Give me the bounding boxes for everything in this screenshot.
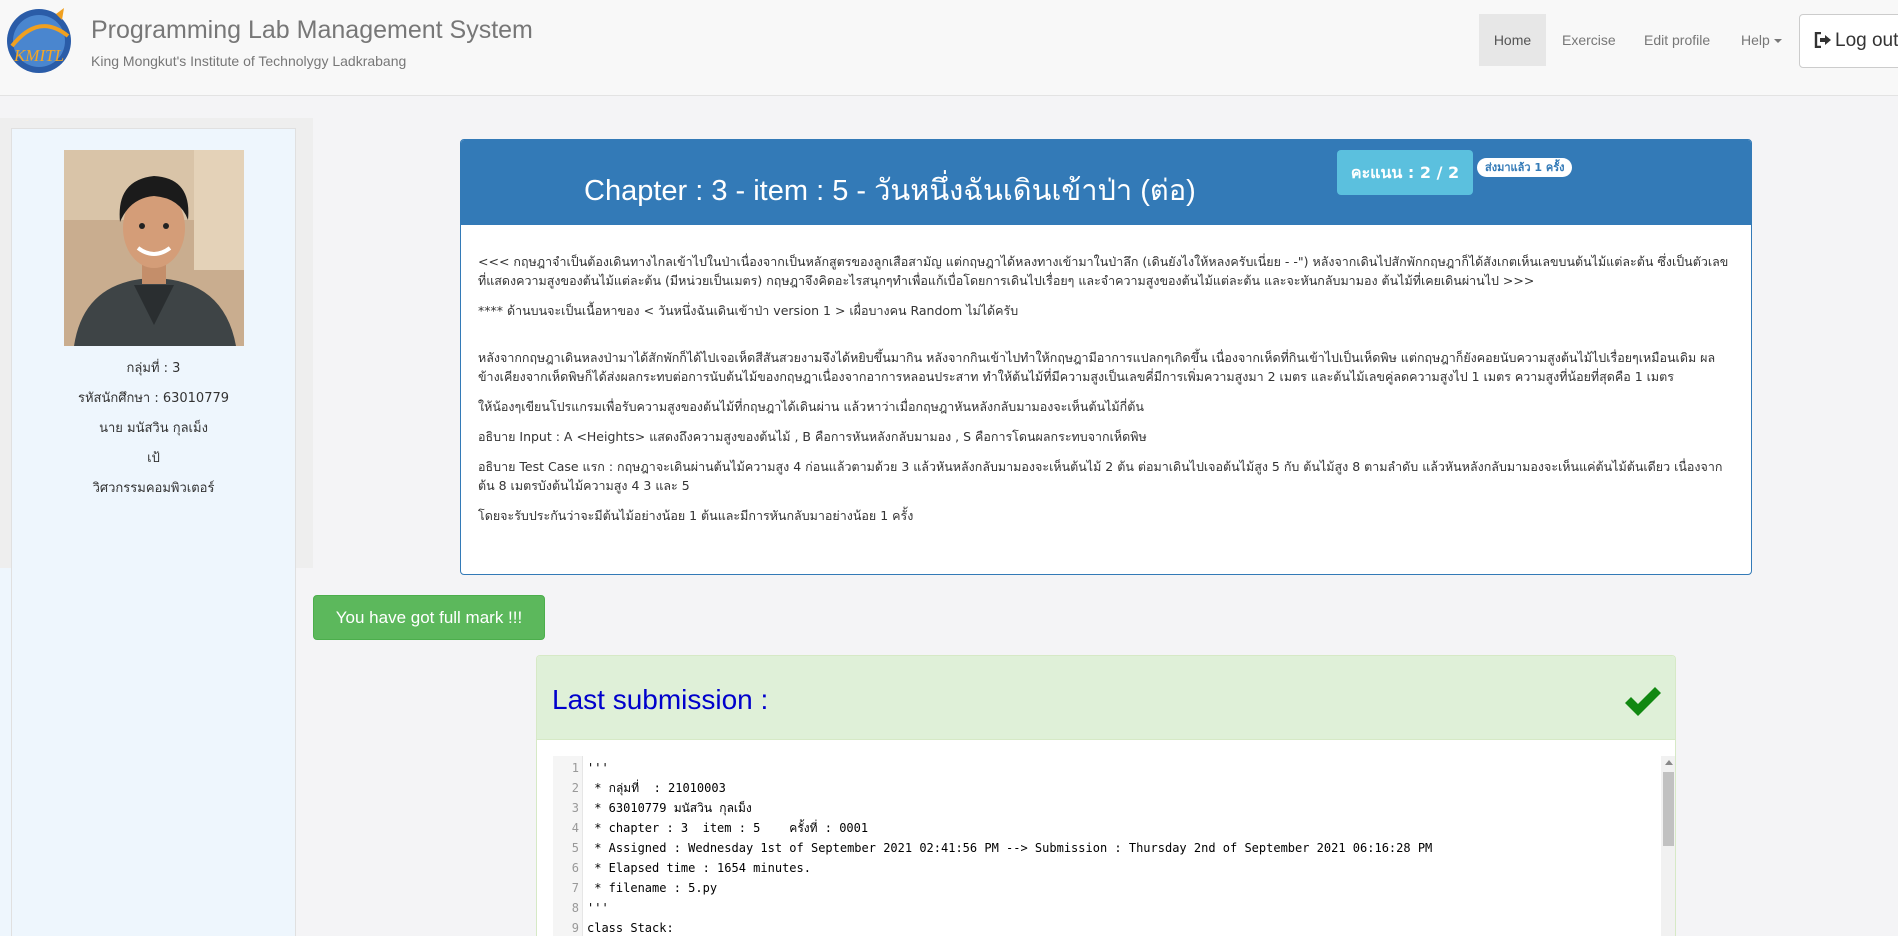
scrollbar-thumb[interactable] bbox=[1663, 772, 1674, 846]
navbar: KMITL Programming Lab Management System … bbox=[0, 0, 1898, 96]
code-text: * Elapsed time : 1654 minutes. bbox=[587, 861, 811, 875]
nav-help-label: Help bbox=[1741, 32, 1770, 48]
line-number: 1 bbox=[571, 761, 579, 775]
problem-title: Chapter : 3 - item : 5 - วันหนึ่งฉันเดิน… bbox=[584, 175, 1196, 207]
code-text: * filename : 5.py bbox=[587, 881, 718, 895]
profile-student-id: รหัสนักศึกษา : 63010779 bbox=[77, 391, 230, 406]
submission-count-badge: ส่งมาแล้ว 1 ครั้ง bbox=[1477, 158, 1573, 177]
problem-panel: Chapter : 3 - item : 5 - วันหนึ่งฉันเดิน… bbox=[460, 139, 1752, 575]
sign-out-icon bbox=[1814, 31, 1831, 49]
app-title: Programming Lab Management System bbox=[91, 16, 533, 44]
line-number: 5 bbox=[571, 841, 579, 855]
line-number: 4 bbox=[571, 821, 579, 835]
code-viewer[interactable]: 1 ''' 2 * กลุ่มที่ : 21010003 3 * 63010779 … bbox=[553, 756, 1675, 936]
problem-paragraph: อธิบาย Test Case แรก : กฤษฎาจะเดินผ่านต้… bbox=[478, 459, 1723, 493]
score-badge: คะแนน : 2 / 2 bbox=[1337, 150, 1473, 195]
last-submission-title: Last submission : bbox=[552, 684, 769, 715]
code-text: * chapter : 3 item : 5 ครั้งที่ : 0001 bbox=[587, 821, 869, 835]
code-scrollbar[interactable] bbox=[1661, 756, 1675, 936]
code-text: ''' bbox=[587, 761, 609, 775]
profile-photo bbox=[64, 150, 244, 346]
logout-button[interactable]: Log out bbox=[1799, 14, 1898, 68]
problem-description: <<< กฤษฎาจำเป็นต้องเดินทางไกลเข้าไปในป่า… bbox=[478, 252, 1734, 536]
code-text: class Stack: bbox=[587, 921, 674, 935]
last-submission-header: Last submission : bbox=[537, 656, 1675, 740]
profile-faculty: วิศวกรรมคอมพิวเตอร์ bbox=[92, 481, 215, 496]
problem-paragraph: ให้น้องๆเขียนโปรแกรมเพื่อรับความสูงของต้… bbox=[478, 399, 1144, 414]
profile-group: กลุ่มที่ : 3 bbox=[126, 361, 181, 376]
line-number: 3 bbox=[571, 801, 579, 815]
app-subtitle: King Mongkut's Institute of Technolygy L… bbox=[91, 53, 407, 69]
profile-name: นาย มนัสวิน กุลเม็ง bbox=[99, 421, 208, 436]
problem-header: Chapter : 3 - item : 5 - วันหนึ่งฉันเดิน… bbox=[461, 140, 1751, 225]
nav-home[interactable]: Home bbox=[1479, 14, 1546, 66]
nav-exercise[interactable]: Exercise bbox=[1548, 14, 1630, 66]
code-text: * 63010779 มนัสวิน กุลเม็ง bbox=[587, 801, 752, 815]
last-submission-panel: Last submission : 1 ''' 2 * กลุ่มที่ : 210… bbox=[536, 655, 1676, 936]
caret-down-icon bbox=[1773, 39, 1782, 44]
line-number: 2 bbox=[571, 781, 579, 795]
line-number: 6 bbox=[571, 861, 579, 875]
line-number: 7 bbox=[571, 881, 579, 895]
check-icon bbox=[1625, 687, 1661, 716]
full-mark-button[interactable]: You have got full mark !!! bbox=[313, 595, 545, 640]
line-number: 9 bbox=[571, 921, 579, 935]
nav-edit-profile[interactable]: Edit profile bbox=[1630, 14, 1724, 66]
code-text: * Assigned : Wednesday 1st of September … bbox=[587, 841, 1433, 855]
scroll-up-arrow-icon[interactable] bbox=[1665, 760, 1673, 765]
problem-paragraph: **** ด้านบนจะเป็นเนื้อหาของ < วันหนึ่งฉั… bbox=[478, 303, 1019, 318]
code-text: ''' bbox=[587, 901, 609, 915]
kmitl-logo[interactable]: KMITL bbox=[4, 6, 74, 76]
problem-paragraph: <<< กฤษฎาจำเป็นต้องเดินทางไกลเข้าไปในป่า… bbox=[478, 254, 1729, 288]
problem-paragraph: โดยจะรับประกันว่าจะมีต้นไม้อย่างน้อย 1 ต… bbox=[478, 508, 914, 523]
profile-nickname: เป้ bbox=[147, 451, 160, 466]
line-number: 8 bbox=[571, 901, 579, 915]
problem-paragraph: หลังจากกฤษฎาเดินหลงป่ามาได้สักพักก็ได้ไป… bbox=[478, 350, 1716, 384]
problem-paragraph: อธิบาย Input : A <Heights> แสดงถึงความสู… bbox=[478, 429, 1147, 444]
nav-help-dropdown[interactable]: Help bbox=[1727, 14, 1796, 66]
code-text: * กลุ่มที่ : 21010003 bbox=[587, 781, 726, 795]
logout-label: Log out bbox=[1835, 30, 1898, 51]
logo-text: KMITL bbox=[13, 46, 64, 65]
